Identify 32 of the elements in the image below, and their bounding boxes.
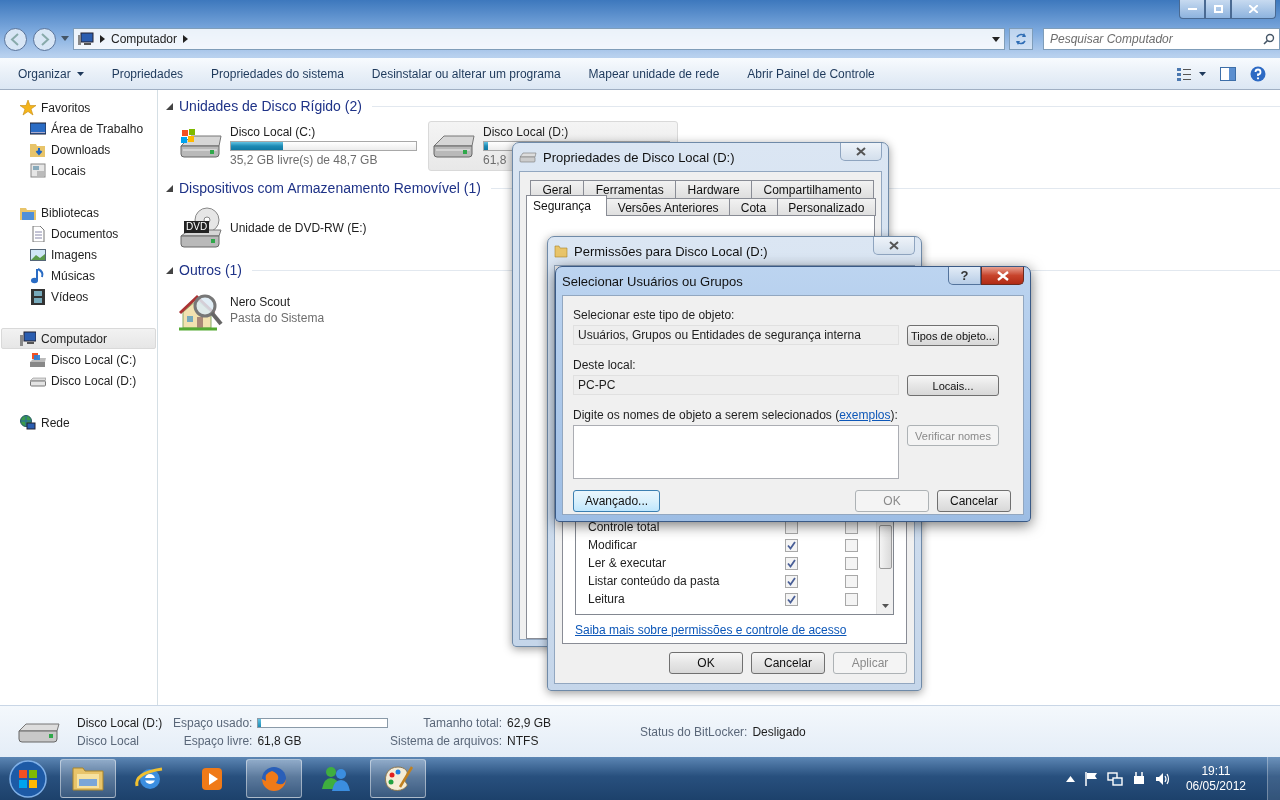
readonly-field: Usuários, Grupos ou Entidades de segurança interna xyxy=(573,325,899,345)
field-label: Digite os nomes de objeto a serem selecionados (exemplos): xyxy=(573,408,899,422)
permission-name: Leitura xyxy=(588,592,626,606)
detail-value: 61,8 GB xyxy=(257,733,303,748)
detail-label: Sistema de arquivos: xyxy=(390,733,503,748)
dvd-label: DVD xyxy=(184,221,210,233)
detail-label: Espaço usado: xyxy=(173,715,253,730)
field-label: Selecionar este tipo de objeto: xyxy=(573,308,736,322)
drive-detail: Pasta do Sistema xyxy=(230,311,325,325)
drive-name: Unidade de DVD-RW (E:) xyxy=(230,221,367,235)
dialog-title: Propriedades de Disco Local (D:) xyxy=(543,149,736,165)
drive-name: Disco Local (D:) xyxy=(483,125,569,139)
field-label: Deste local: xyxy=(573,358,637,372)
drive-name: Nero Scout xyxy=(230,295,291,309)
detail-label: Tamanho total: xyxy=(422,715,503,730)
detail-label: Status do BitLocker: xyxy=(640,724,748,739)
drive-detail: 35,2 GB livre(s) de 48,7 GB xyxy=(230,153,378,167)
dialog-title: Selecionar Usuários ou Grupos xyxy=(562,273,744,289)
drive-name: Disco Local (C:) xyxy=(230,125,316,139)
dialog-title: Permissões para Disco Local (D:) xyxy=(574,243,769,259)
item-type: Disco Local xyxy=(77,733,141,748)
detail-value: NTFS xyxy=(507,733,540,748)
detail-value: 62,9 GB xyxy=(507,715,552,730)
permission-name: Controle total xyxy=(588,520,661,534)
permission-name: Modificar xyxy=(588,538,638,552)
permission-name: Ler & executar xyxy=(588,556,668,570)
item-name: Disco Local (D:) xyxy=(77,715,164,730)
detail-value: Desligado xyxy=(752,724,806,739)
readonly-field: PC-PC xyxy=(573,375,899,395)
drive-detail: 61,8 xyxy=(483,153,507,167)
permission-name: Listar conteúdo da pasta xyxy=(588,574,721,588)
detail-label: Espaço livre: xyxy=(182,733,253,748)
